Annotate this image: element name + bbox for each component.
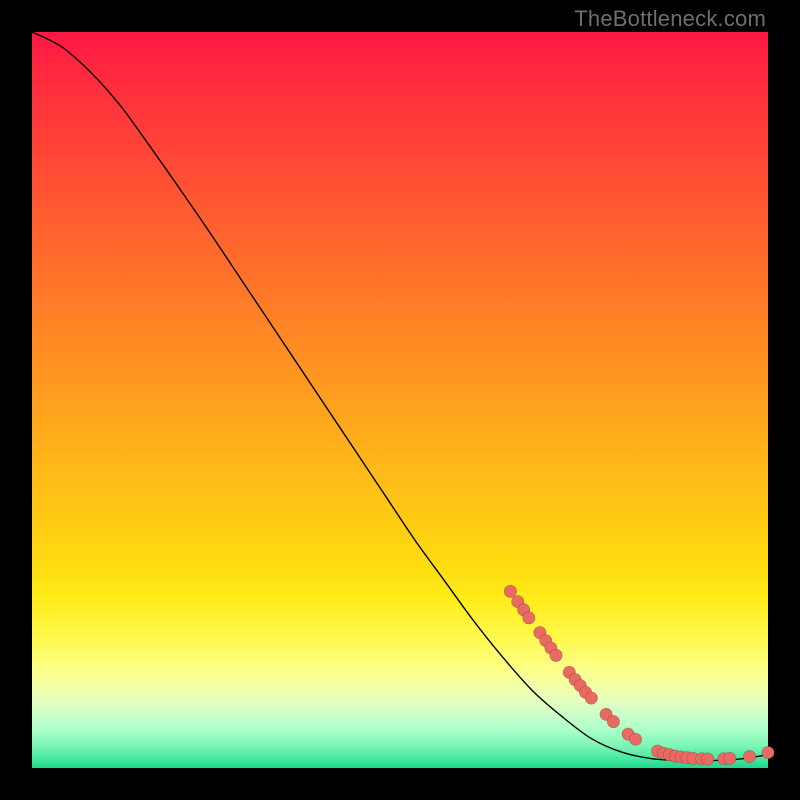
- data-marker: [607, 715, 619, 727]
- data-marker: [743, 750, 755, 762]
- data-marker: [523, 612, 535, 624]
- data-marker: [701, 753, 713, 765]
- data-marker: [550, 649, 562, 661]
- data-marker: [762, 746, 774, 758]
- bottleneck-curve: [32, 32, 768, 761]
- marker-group: [504, 585, 774, 765]
- data-marker: [585, 692, 597, 704]
- chart-overlay: [32, 32, 768, 768]
- data-marker: [504, 585, 516, 597]
- data-marker: [724, 752, 736, 764]
- credit-label: TheBottleneck.com: [574, 6, 766, 32]
- data-marker: [629, 733, 641, 745]
- plot-area: [32, 32, 768, 768]
- chart-frame: TheBottleneck.com: [0, 0, 800, 800]
